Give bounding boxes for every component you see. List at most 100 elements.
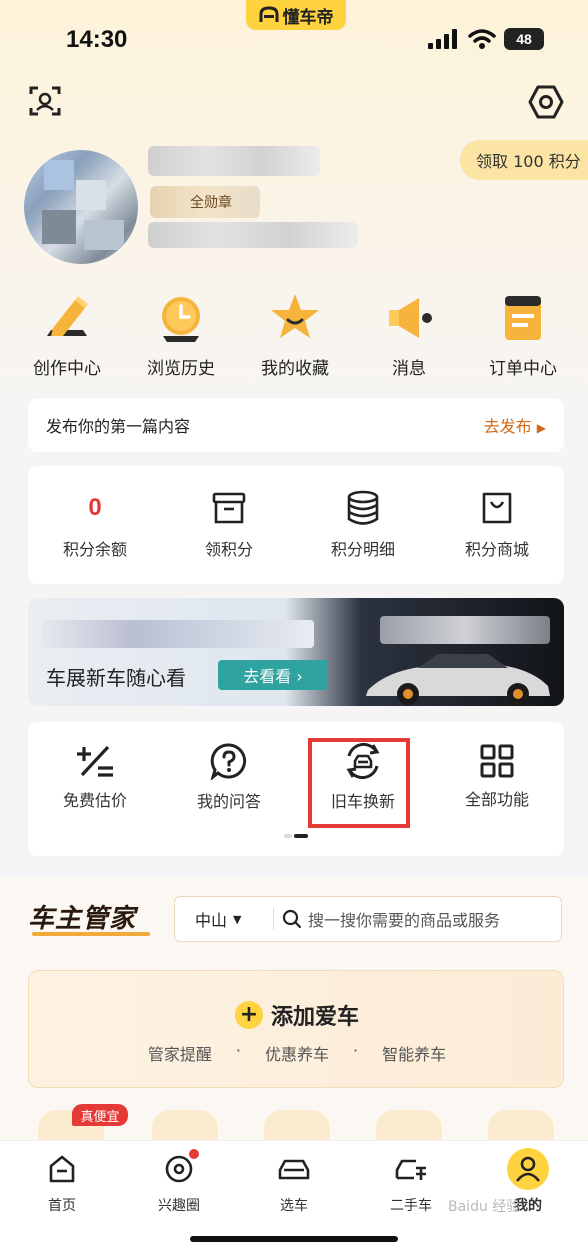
quick-item-messages[interactable]: 消息	[352, 288, 466, 379]
quick-menu: 创作中心 浏览历史 我的收藏 消息 订单中心	[0, 288, 588, 379]
city-selector[interactable]: 中山 ▼	[175, 907, 273, 931]
banner-button[interactable]: 去看看 ›	[218, 660, 328, 690]
box-icon	[211, 490, 247, 526]
publish-card[interactable]: 发布你的第一篇内容 去发布 ▶	[28, 398, 564, 452]
title-underline	[32, 932, 150, 936]
points-label: 积分余额	[62, 540, 127, 559]
search-icon	[282, 909, 302, 929]
app-badge: 懂车帝	[246, 0, 346, 30]
signal-icon	[428, 29, 457, 49]
steward-search[interactable]: 中山 ▼ 搜一搜你需要的商品或服务	[174, 896, 562, 942]
car-icon	[276, 1151, 312, 1187]
quick-label: 订单中心	[489, 359, 557, 379]
circle-icon	[161, 1149, 199, 1187]
tool-label: 全部功能	[464, 790, 529, 809]
highlight-box	[308, 738, 410, 828]
tool-free-valuation[interactable]: 免费估价	[28, 722, 162, 832]
status-time: 14:30	[66, 26, 128, 53]
banner-logo-blurred	[380, 616, 550, 644]
points-detail[interactable]: 积分明细	[296, 466, 430, 584]
feature-dot: ·	[235, 1041, 241, 1060]
points-balance[interactable]: 0 积分余额	[28, 466, 162, 584]
add-car-features: 管家提醒 · 优惠养车 · 智能养车	[29, 1041, 565, 1065]
feature-dot: ·	[353, 1041, 359, 1060]
search-input[interactable]: 搜一搜你需要的商品或服务	[274, 907, 500, 931]
used-car-icon	[393, 1151, 429, 1187]
scan-button[interactable]	[28, 84, 62, 118]
watermark: Baidu 经验	[448, 1199, 521, 1215]
order-icon	[493, 288, 553, 348]
battery-indicator: 48	[504, 28, 544, 50]
app-name: 懂车帝	[282, 7, 334, 28]
publish-prompt: 发布你的第一篇内容	[46, 417, 191, 436]
triangle-right-icon: ▶	[536, 421, 546, 435]
points-label: 积分明细	[330, 540, 395, 559]
tab-label: 首页	[48, 1198, 76, 1214]
notification-dot	[189, 1149, 199, 1159]
steward-title: 车主管家	[28, 904, 137, 934]
quick-label: 创作中心	[33, 359, 101, 379]
tab-label: 兴趣圈	[158, 1198, 200, 1214]
app-logo-icon	[259, 6, 278, 22]
question-icon	[210, 743, 247, 780]
tool-label: 免费估价	[62, 791, 127, 810]
points-label: 积分商城	[464, 540, 529, 559]
settings-icon	[528, 85, 564, 119]
add-car-card[interactable]: + 添加爱车 管家提醒 · 优惠养车 · 智能养车	[28, 970, 564, 1088]
points-balance-value: 0	[88, 494, 102, 521]
home-icon	[44, 1151, 80, 1187]
publish-link[interactable]: 去发布 ▶	[484, 413, 546, 437]
tab-label: 选车	[280, 1198, 308, 1214]
search-placeholder: 搜一搜你需要的商品或服务	[308, 911, 501, 930]
tool-my-qa[interactable]: 我的问答	[162, 722, 296, 832]
tab-label: 二手车	[390, 1198, 432, 1214]
feature-item: 管家提醒	[147, 1045, 212, 1064]
feature-item: 智能养车	[382, 1045, 447, 1064]
caret-down-icon: ▼	[233, 912, 242, 926]
quick-item-orders[interactable]: 订单中心	[466, 288, 580, 379]
city-name: 中山	[195, 911, 228, 930]
tab-bar: 首页 兴趣圈 选车 二手车 我的	[0, 1140, 588, 1245]
points-label: 领积分	[204, 540, 253, 559]
claim-points[interactable]: 领积分	[162, 466, 296, 584]
car-image	[366, 654, 550, 705]
tab-interest[interactable]: 兴趣圈	[131, 1149, 227, 1215]
publish-link-label: 去发布	[483, 417, 532, 436]
auto-show-banner[interactable]: 车展新车随心看 去看看 ›	[28, 598, 564, 706]
tool-all-functions[interactable]: 全部功能	[430, 722, 564, 832]
quick-label: 我的收藏	[261, 359, 329, 379]
quick-item-favorites[interactable]: 我的收藏	[238, 288, 352, 379]
page-indicator	[284, 834, 308, 838]
status-icons: 48	[428, 28, 544, 50]
tab-choose-car[interactable]: 选车	[246, 1151, 342, 1215]
points-mall[interactable]: 积分商城	[430, 466, 564, 584]
calculator-icon	[77, 745, 113, 777]
settings-button[interactable]	[528, 84, 564, 120]
tool-label: 我的问答	[196, 792, 261, 811]
tab-home[interactable]: 首页	[14, 1151, 110, 1215]
tab-used-car[interactable]: 二手车	[363, 1151, 459, 1215]
claim-points-button[interactable]: 领取 100 积分	[460, 140, 588, 180]
banner-title-blurred	[42, 620, 314, 648]
quick-label: 消息	[392, 359, 426, 379]
badge-blurred[interactable]: 全勋章	[150, 186, 260, 218]
battery-level: 48	[516, 31, 532, 47]
user-icon	[507, 1148, 549, 1190]
home-indicator	[190, 1236, 398, 1242]
quick-label: 浏览历史	[147, 359, 215, 379]
badge-text: 全勋章	[190, 195, 232, 211]
points-card: 0 积分余额 领积分 积分明细 积分商城	[28, 466, 564, 584]
deal-tag: 真便宜	[72, 1104, 128, 1126]
stats-blurred	[148, 222, 358, 248]
megaphone-icon	[379, 288, 439, 348]
plus-icon: +	[234, 1001, 263, 1029]
bag-icon	[480, 490, 514, 526]
wifi-icon	[468, 29, 496, 49]
pencil-icon	[37, 288, 97, 348]
avatar[interactable]	[24, 150, 138, 264]
star-icon	[265, 288, 325, 348]
username-blurred	[148, 146, 320, 176]
grid-icon	[480, 744, 514, 778]
quick-item-history[interactable]: 浏览历史	[124, 288, 238, 379]
quick-item-creation[interactable]: 创作中心	[10, 288, 124, 379]
